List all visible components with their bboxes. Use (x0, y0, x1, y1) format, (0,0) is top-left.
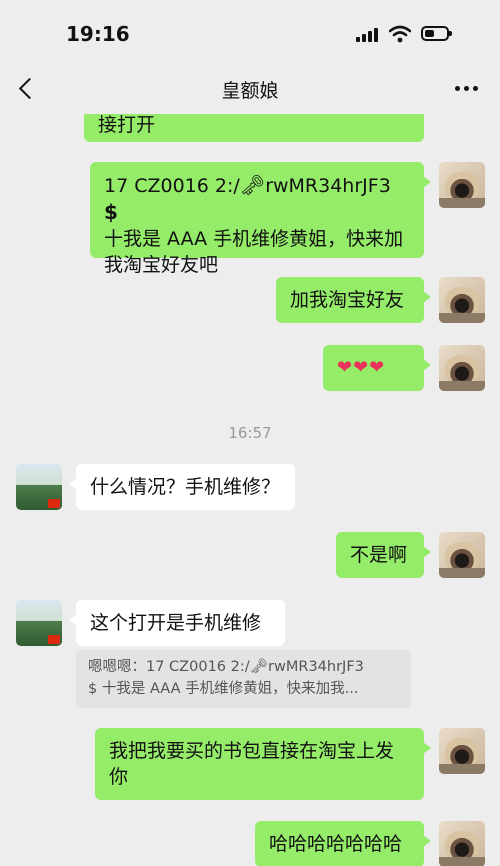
self-avatar[interactable] (439, 821, 485, 866)
wifi-icon (389, 25, 411, 43)
message-text: 你 (109, 766, 129, 788)
key-icon: 🗝 (239, 173, 266, 197)
status-bar: 19:16 (0, 0, 500, 62)
quoted-message-reference[interactable]: 嗯嗯嗯：17 CZ0016 2:/🗝rwMR34hrJF3 $ 十我是 AAA … (76, 650, 411, 708)
nav-bar: 皇额娘 (0, 62, 500, 114)
message-bubble-incoming[interactable]: 这个打开是手机维修 (69, 600, 285, 646)
message-bubble-outgoing[interactable]: 17 CZ0016 2:/🗝rwMR34hrJF3 $ 十我是 AAA 手机维修… (90, 162, 431, 276)
message-text: 十我是 AAA 手机维修黄姐，快来加 (104, 228, 404, 250)
chat-message-list[interactable]: 接打开 17 CZ0016 2:/🗝rwMR34hrJF3 $ 十我是 AAA … (0, 114, 500, 866)
message-text: 哈哈哈哈哈哈哈 (269, 833, 403, 855)
quote-text: $ 十我是 AAA 手机维修黄姐，快来加我... (88, 681, 359, 697)
contact-avatar[interactable] (16, 600, 62, 646)
cellular-signal-icon (356, 28, 380, 42)
message-bubble-outgoing[interactable]: 加我淘宝好友 (276, 277, 431, 323)
message-text: 什么情况？手机维修？ (90, 476, 281, 498)
heart-emoji-icon: ❤❤❤ (337, 357, 386, 378)
message-bubble-outgoing[interactable]: ❤❤❤ (323, 345, 431, 391)
message-bubble-outgoing[interactable]: 哈哈哈哈哈哈哈 (255, 821, 431, 866)
message-text: 我淘宝好友吧 (104, 254, 219, 276)
message-text: 这个打开是手机维修 (90, 612, 262, 634)
self-avatar[interactable] (439, 532, 485, 578)
quote-text: 嗯嗯嗯：17 CZ0016 2:/🗝rwMR34hrJF3 (88, 659, 364, 675)
message-text: 接打开 (98, 114, 156, 136)
message-bubble-incoming[interactable]: 什么情况？手机维修？ (69, 464, 295, 510)
dollar-icon: $ (104, 200, 118, 224)
message-text: rwMR34hrJF3 (265, 175, 391, 197)
self-avatar[interactable] (439, 162, 485, 208)
more-dots-icon[interactable] (452, 78, 482, 98)
self-avatar[interactable] (439, 277, 485, 323)
message-timestamp: 16:57 (228, 424, 272, 442)
chat-title: 皇额娘 (221, 80, 279, 102)
message-bubble-outgoing[interactable]: 我把我要买的书包直接在淘宝上发 你 (95, 728, 431, 800)
status-time: 19:16 (66, 22, 130, 46)
contact-avatar[interactable] (16, 464, 62, 510)
self-avatar[interactable] (439, 345, 485, 391)
message-bubble-outgoing[interactable]: 不是啊 (336, 532, 431, 578)
message-text: 不是啊 (350, 544, 408, 566)
battery-icon (421, 26, 452, 41)
message-bubble-outgoing[interactable]: 接打开 (84, 114, 424, 142)
self-avatar[interactable] (439, 728, 485, 774)
message-text: 加我淘宝好友 (290, 289, 405, 311)
message-text: 17 CZ0016 2:/ (104, 175, 240, 197)
message-text: 我把我要买的书包直接在淘宝上发 (109, 740, 395, 762)
